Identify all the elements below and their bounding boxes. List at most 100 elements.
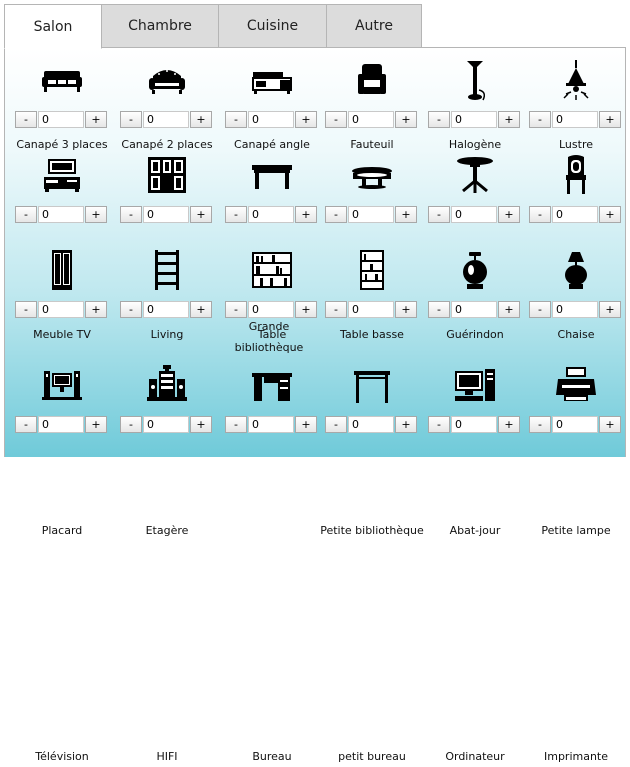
increment-button[interactable]: +	[498, 206, 520, 223]
quantity-input[interactable]	[143, 111, 189, 128]
furniture-item: -+Ordinateur	[423, 363, 527, 763]
quantity-input[interactable]	[248, 206, 294, 223]
increment-button[interactable]: +	[190, 416, 212, 433]
increment-button[interactable]: +	[395, 206, 417, 223]
quantity-input[interactable]	[248, 416, 294, 433]
decrement-button[interactable]: -	[120, 301, 142, 318]
quantity-input[interactable]	[38, 301, 84, 318]
quantity-input[interactable]	[552, 301, 598, 318]
quantity-input[interactable]	[348, 206, 394, 223]
quantity-input[interactable]	[38, 111, 84, 128]
decrement-button[interactable]: -	[529, 111, 551, 128]
decrement-button[interactable]: -	[428, 416, 450, 433]
increment-button[interactable]: +	[395, 301, 417, 318]
tab-autre[interactable]: Autre	[326, 4, 422, 47]
small-bookcase-icon	[350, 248, 394, 292]
decrement-button[interactable]: -	[15, 416, 37, 433]
small-desk-icon	[350, 363, 394, 407]
furniture-item: -+Fauteuil	[320, 58, 424, 158]
decrement-button[interactable]: -	[428, 301, 450, 318]
decrement-button[interactable]: -	[120, 111, 142, 128]
increment-button[interactable]: +	[190, 111, 212, 128]
furniture-item: -+Petite bibliothèque	[320, 248, 424, 537]
decrement-button[interactable]: -	[225, 111, 247, 128]
increment-button[interactable]: +	[599, 301, 621, 318]
quantity-input[interactable]	[143, 301, 189, 318]
increment-button[interactable]: +	[395, 111, 417, 128]
quantity-input[interactable]	[451, 111, 497, 128]
decrement-button[interactable]: -	[15, 301, 37, 318]
desk-icon	[250, 363, 294, 407]
decrement-button[interactable]: -	[15, 111, 37, 128]
increment-button[interactable]: +	[295, 111, 317, 128]
decrement-button[interactable]: -	[325, 301, 347, 318]
decrement-button[interactable]: -	[325, 416, 347, 433]
quantity-input[interactable]	[552, 206, 598, 223]
furniture-item: -+Guérindon	[423, 153, 527, 341]
increment-button[interactable]: +	[295, 206, 317, 223]
tab-salon[interactable]: Salon	[4, 4, 102, 49]
decrement-button[interactable]: -	[529, 301, 551, 318]
furniture-panel: -+Canapé 3 places-+Canapé 2 places-+Cana…	[4, 47, 628, 763]
quantity-stepper: -+	[120, 301, 212, 318]
decrement-button[interactable]: -	[325, 206, 347, 223]
quantity-stepper: -+	[120, 111, 212, 128]
increment-button[interactable]: +	[85, 111, 107, 128]
quantity-input[interactable]	[552, 416, 598, 433]
table-lamp-icon	[453, 248, 497, 292]
increment-button[interactable]: +	[599, 416, 621, 433]
quantity-input[interactable]	[348, 111, 394, 128]
quantity-input[interactable]	[38, 206, 84, 223]
quantity-input[interactable]	[248, 111, 294, 128]
furniture-item: -+Bureau	[220, 363, 324, 763]
increment-button[interactable]: +	[295, 416, 317, 433]
decrement-button[interactable]: -	[325, 111, 347, 128]
increment-button[interactable]: +	[599, 206, 621, 223]
quantity-input[interactable]	[451, 301, 497, 318]
decrement-button[interactable]: -	[428, 111, 450, 128]
furniture-item: -+Petite lampe	[524, 248, 628, 537]
furniture-item: -+Canapé 3 places	[10, 58, 114, 158]
quantity-input[interactable]	[451, 416, 497, 433]
furniture-item: -+Abat-jour	[423, 248, 527, 537]
decrement-button[interactable]: -	[15, 206, 37, 223]
increment-button[interactable]: +	[85, 416, 107, 433]
increment-button[interactable]: +	[498, 416, 520, 433]
furniture-item: -+Living	[115, 153, 219, 341]
quantity-stepper: -+	[529, 206, 621, 223]
increment-button[interactable]: +	[498, 111, 520, 128]
quantity-input[interactable]	[348, 301, 394, 318]
increment-button[interactable]: +	[498, 301, 520, 318]
quantity-stepper: -+	[225, 206, 317, 223]
decrement-button[interactable]: -	[225, 416, 247, 433]
tab-cuisine[interactable]: Cuisine	[218, 4, 327, 47]
decrement-button[interactable]: -	[428, 206, 450, 223]
item-label: Télévision	[35, 750, 89, 763]
quantity-input[interactable]	[348, 416, 394, 433]
furniture-item: -+Grande bibliothèque	[220, 248, 324, 354]
quantity-stepper: -+	[529, 301, 621, 318]
decrement-button[interactable]: -	[529, 206, 551, 223]
decrement-button[interactable]: -	[225, 206, 247, 223]
armchair-icon	[350, 58, 394, 102]
increment-button[interactable]: +	[85, 301, 107, 318]
increment-button[interactable]: +	[190, 206, 212, 223]
item-label: Placard	[41, 524, 83, 537]
television-icon	[40, 363, 84, 407]
increment-button[interactable]: +	[395, 416, 417, 433]
quantity-input[interactable]	[143, 416, 189, 433]
quantity-input[interactable]	[451, 206, 497, 223]
quantity-input[interactable]	[38, 416, 84, 433]
decrement-button[interactable]: -	[529, 416, 551, 433]
item-label: Halogène	[448, 138, 502, 151]
quantity-input[interactable]	[143, 206, 189, 223]
quantity-stepper: -+	[225, 416, 317, 433]
tab-chambre[interactable]: Chambre	[101, 4, 219, 47]
quantity-stepper: -+	[120, 206, 212, 223]
decrement-button[interactable]: -	[120, 416, 142, 433]
quantity-input[interactable]	[552, 111, 598, 128]
increment-button[interactable]: +	[190, 301, 212, 318]
increment-button[interactable]: +	[85, 206, 107, 223]
increment-button[interactable]: +	[599, 111, 621, 128]
decrement-button[interactable]: -	[120, 206, 142, 223]
